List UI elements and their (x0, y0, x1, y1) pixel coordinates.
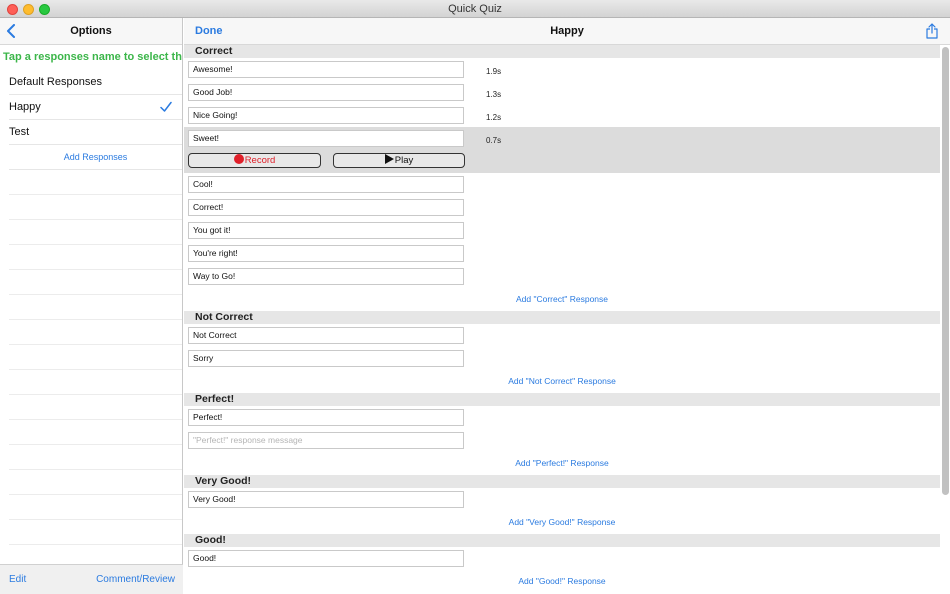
empty-row (9, 445, 182, 470)
app-window: Quick Quiz Options Tap a responses name … (0, 0, 950, 594)
response-row[interactable]: You got it! (184, 219, 940, 242)
record-label: Record (244, 155, 276, 166)
sidebar-item-happy[interactable]: Happy (9, 95, 182, 120)
sidebar-item-label: Test (9, 126, 30, 138)
recording-duration: 1.2s (486, 113, 502, 122)
sidebar-title: Options (70, 25, 112, 37)
response-field-empty[interactable]: "Perfect!" response message (188, 432, 464, 449)
response-row[interactable]: Perfect! (184, 406, 940, 429)
sidebar: Options Tap a responses name to select t… (0, 18, 183, 594)
empty-row (9, 270, 182, 295)
recording-duration: 0.7s (486, 136, 502, 145)
add-good-response-button[interactable]: Add "Good!" Response (184, 570, 940, 593)
title-bar: Quick Quiz (0, 0, 950, 18)
empty-row (9, 345, 182, 370)
response-field[interactable]: You're right! (188, 245, 464, 262)
sidebar-item-default-responses[interactable]: Default Responses (9, 70, 182, 95)
record-dot-icon (233, 154, 244, 164)
share-icon[interactable] (926, 23, 938, 39)
response-field[interactable]: Good Job! (188, 84, 464, 101)
response-row[interactable]: Nice Going! 1.2s (184, 104, 940, 127)
response-field[interactable]: Cool! (188, 176, 464, 193)
empty-row (9, 470, 182, 495)
empty-row (9, 395, 182, 420)
empty-row (9, 320, 182, 345)
add-perfect-response-button[interactable]: Add "Perfect!" Response (184, 452, 940, 475)
play-label: Play (394, 155, 414, 166)
response-field[interactable]: Way to Go! (188, 268, 464, 285)
vertical-scrollbar[interactable] (942, 47, 949, 495)
sidebar-item-label: Default Responses (9, 76, 102, 88)
response-row[interactable]: Good Job! 1.3s (184, 81, 940, 104)
edit-button[interactable]: Edit (9, 574, 26, 585)
response-row[interactable]: Very Good! (184, 488, 940, 511)
empty-row (9, 370, 182, 395)
empty-row (9, 420, 182, 445)
response-row[interactable]: Good! (184, 547, 940, 570)
add-correct-response-button[interactable]: Add "Correct" Response (184, 288, 940, 311)
main-header: Done Happy (184, 18, 950, 45)
response-field[interactable]: Correct! (188, 199, 464, 216)
recording-duration: 1.9s (486, 67, 502, 76)
empty-row (9, 295, 182, 320)
response-row[interactable]: Sorry (184, 347, 940, 370)
empty-row (9, 520, 182, 545)
add-responses-button[interactable]: Add Responses (9, 145, 182, 170)
response-row[interactable]: Cool! (184, 173, 940, 196)
response-row[interactable]: Awesome! 1.9s (184, 58, 940, 81)
sidebar-header: Options (0, 18, 182, 45)
sidebar-footer: Edit Comment/Review (0, 564, 183, 594)
section-header-very-good: Very Good! (184, 475, 940, 488)
sidebar-item-label: Happy (9, 101, 41, 113)
sidebar-item-test[interactable]: Test (9, 120, 182, 145)
section-header-perfect: Perfect! (184, 393, 940, 406)
play-icon (384, 154, 394, 164)
add-very-good-response-button[interactable]: Add "Very Good!" Response (184, 511, 940, 534)
selection-hint: Tap a responses name to select the (3, 51, 182, 63)
empty-row (9, 220, 182, 245)
section-header-good: Good! (184, 534, 940, 547)
response-field[interactable]: Awesome! (188, 61, 464, 78)
recording-controls: Record Play (184, 150, 940, 173)
play-button[interactable]: Play (333, 153, 465, 168)
page-title: Happy (550, 25, 584, 37)
section-header-not-correct: Not Correct (184, 311, 940, 324)
section-header-correct: Correct (184, 45, 940, 58)
empty-row (9, 245, 182, 270)
checkmark-icon (160, 101, 172, 112)
window-title: Quick Quiz (448, 3, 502, 15)
responses-table: Correct Awesome! 1.9s Good Job! 1.3s Nic… (184, 45, 940, 593)
response-field[interactable]: Not Correct (188, 327, 464, 344)
response-row[interactable]: Not Correct (184, 324, 940, 347)
add-not-correct-response-button[interactable]: Add "Not Correct" Response (184, 370, 940, 393)
record-button[interactable]: Record (188, 153, 321, 168)
response-field[interactable]: Nice Going! (188, 107, 464, 124)
main-panel: Done Happy Correct Awesome! 1.9s Good Jo… (184, 18, 950, 594)
response-field[interactable]: Perfect! (188, 409, 464, 426)
response-field[interactable]: Good! (188, 550, 464, 567)
recording-duration: 1.3s (486, 90, 502, 99)
response-row[interactable]: You're right! (184, 242, 940, 265)
comment-review-button[interactable]: Comment/Review (96, 574, 175, 585)
response-row[interactable]: "Perfect!" response message (184, 429, 940, 452)
response-row-selected[interactable]: Sweet! 0.7s (184, 127, 940, 150)
response-field[interactable]: You got it! (188, 222, 464, 239)
response-field[interactable]: Sweet! (188, 130, 464, 147)
response-set-list: Default Responses Happy Test Add Respons… (0, 70, 182, 545)
response-row[interactable]: Way to Go! (184, 265, 940, 288)
empty-row (9, 170, 182, 195)
response-field[interactable]: Very Good! (188, 491, 464, 508)
empty-row (9, 495, 182, 520)
response-field[interactable]: Sorry (188, 350, 464, 367)
response-row[interactable]: Correct! (184, 196, 940, 219)
empty-row (9, 195, 182, 220)
